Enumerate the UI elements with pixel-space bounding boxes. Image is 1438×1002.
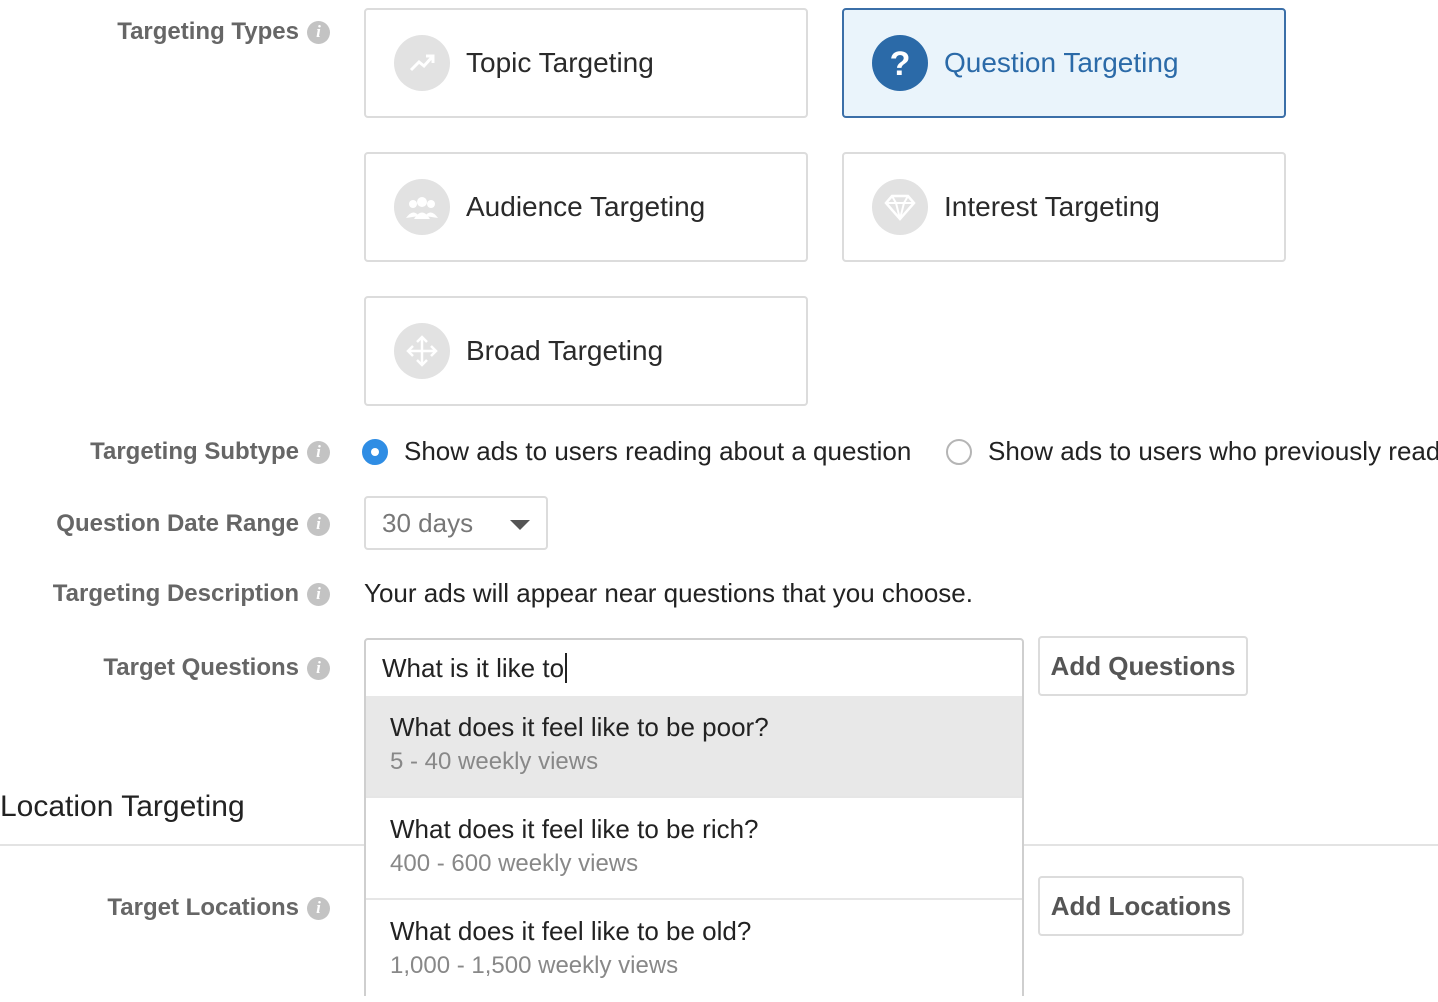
targeting-description-value: Your ads will appear near questions that… [364, 578, 973, 608]
info-icon[interactable]: i [307, 656, 330, 680]
targeting-card-broad[interactable]: Broad Targeting [364, 296, 808, 406]
target-locations-label: Target Locations i [107, 894, 330, 922]
targeting-card-label: Audience Targeting [466, 191, 706, 222]
group-icon [394, 179, 450, 235]
suggestion-question: What does it feel like to be poor? [390, 712, 769, 742]
radio-unselected[interactable] [946, 438, 972, 465]
subtype-option-label: Show ads to users who previously read [988, 436, 1438, 466]
targeting-card-interest[interactable]: Interest Targeting [842, 152, 1286, 262]
targeting-types-text: Targeting Types [117, 18, 299, 45]
question-date-range-text: Question Date Range [56, 510, 299, 537]
target-locations-text: Target Locations [107, 894, 299, 921]
add-questions-button[interactable]: Add Questions [1038, 636, 1248, 696]
date-range-value: 30 days [382, 507, 474, 538]
text-cursor [565, 653, 568, 683]
targeting-card-label: Topic Targeting [466, 47, 654, 78]
targeting-subtype-text: Targeting Subtype [90, 438, 299, 465]
svg-text:?: ? [890, 45, 911, 81]
info-icon[interactable]: i [307, 512, 330, 536]
location-targeting-title: Location Targeting [0, 790, 245, 823]
question-suggestions-dropdown: What does it feel like to be poor? 5 - 4… [364, 696, 1024, 996]
suggestion-views: 400 - 600 weekly views [390, 850, 639, 877]
question-date-range-select[interactable]: 30 days [364, 496, 548, 550]
info-icon[interactable]: i [307, 20, 330, 44]
subtype-option-reading[interactable]: Show ads to users reading about a questi… [362, 436, 911, 467]
targeting-card-topic[interactable]: Topic Targeting [364, 8, 808, 118]
subtype-option-label: Show ads to users reading about a questi… [404, 436, 912, 466]
suggestion-views: 1,000 - 1,500 weekly views [390, 952, 679, 979]
targeting-card-label: Interest Targeting [944, 191, 1160, 222]
targeting-description-text: Targeting Description [52, 580, 299, 607]
move-arrows-icon [394, 323, 450, 379]
suggestion-question: What does it feel like to be old? [390, 916, 752, 946]
targeting-card-audience[interactable]: Audience Targeting [364, 152, 808, 262]
suggestion-item[interactable]: What does it feel like to be poor? 5 - 4… [366, 696, 1022, 798]
suggestion-question: What does it feel like to be rich? [390, 814, 759, 844]
targeting-subtype-label: Targeting Subtype i [90, 438, 330, 466]
info-icon[interactable]: i [307, 582, 330, 606]
info-icon[interactable]: i [307, 896, 330, 920]
suggestion-views: 5 - 40 weekly views [390, 748, 599, 775]
subtype-option-previously-read[interactable]: Show ads to users who previously read [946, 436, 1438, 467]
targeting-types-label: Targeting Types i [117, 18, 330, 46]
question-icon: ? [872, 35, 928, 91]
suggestion-item[interactable]: What does it feel like to be old? 1,000 … [366, 900, 1022, 1002]
targeting-card-label: Question Targeting [944, 47, 1179, 78]
chevron-down-icon [510, 520, 530, 530]
targeting-card-question[interactable]: ? Question Targeting [842, 8, 1286, 118]
radio-selected[interactable] [362, 438, 388, 465]
target-questions-input[interactable]: What is it like to [364, 638, 1024, 698]
suggestion-item[interactable]: What does it feel like to be rich? 400 -… [366, 798, 1022, 900]
target-questions-text: Target Questions [103, 654, 299, 681]
trending-icon [394, 35, 450, 91]
question-date-range-label: Question Date Range i [56, 510, 330, 538]
add-locations-button[interactable]: Add Locations [1038, 876, 1244, 936]
info-icon[interactable]: i [307, 440, 330, 464]
targeting-description-label: Targeting Description i [53, 580, 330, 608]
diamond-icon [872, 179, 928, 235]
targeting-card-label: Broad Targeting [466, 335, 664, 366]
target-questions-value: What is it like to [382, 652, 565, 683]
target-questions-label: Target Questions i [103, 654, 330, 682]
